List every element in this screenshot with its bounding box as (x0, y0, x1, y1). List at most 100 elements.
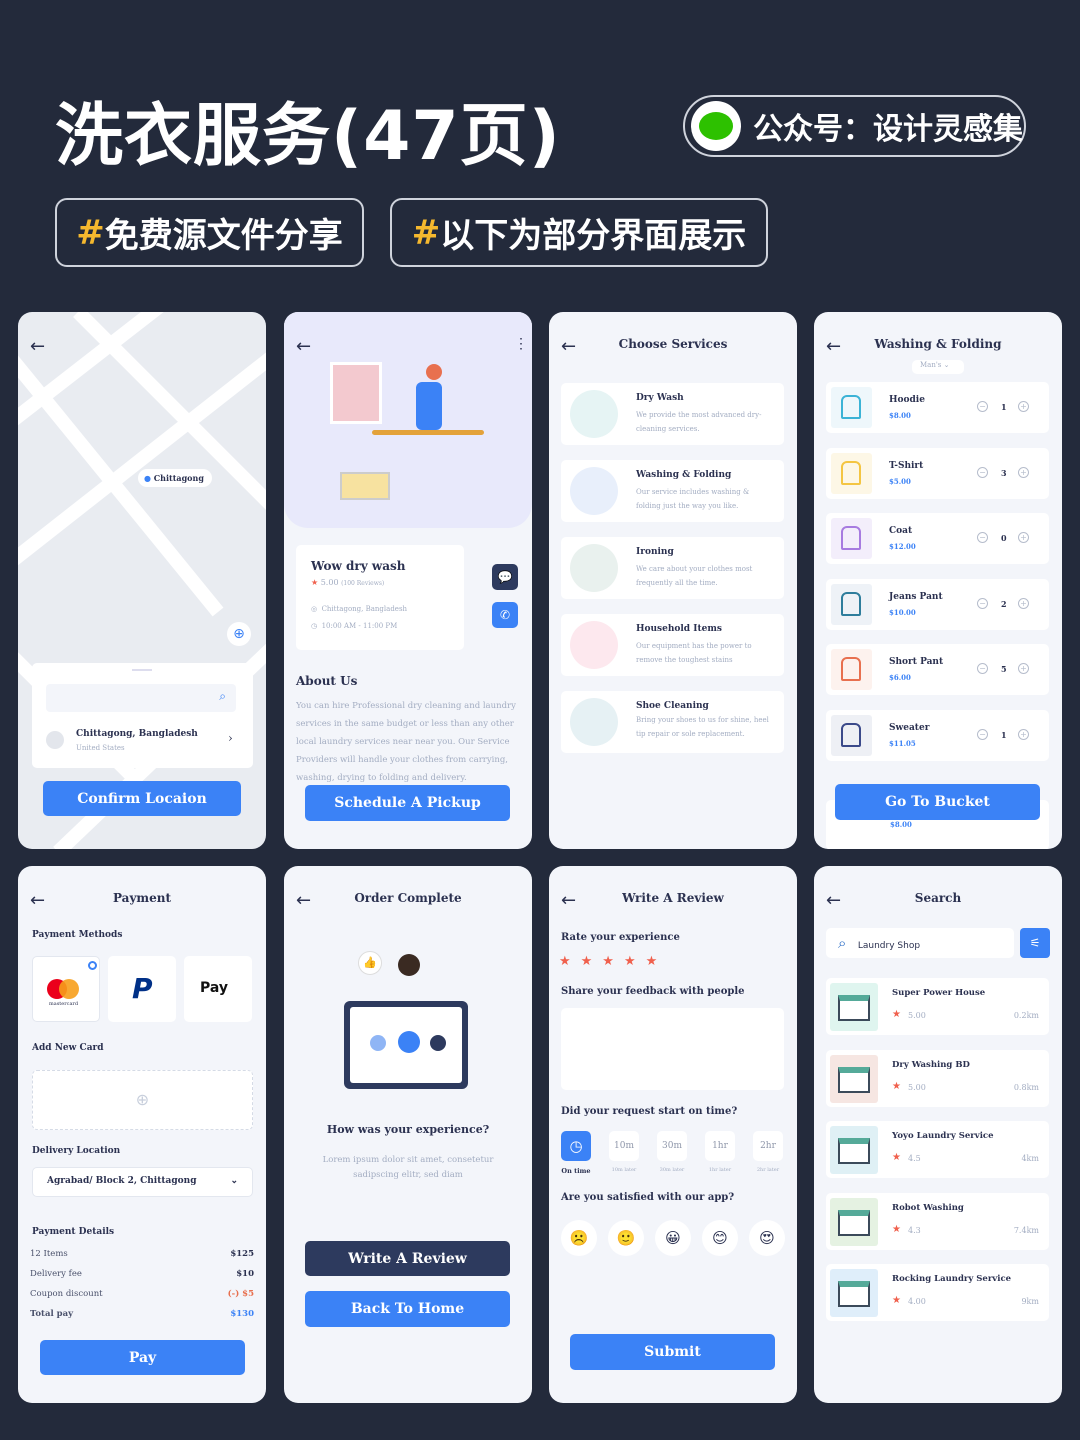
chevron-down-icon: ⌄ (230, 1176, 238, 1186)
chat-button[interactable]: 💬 (492, 564, 518, 590)
decrease-button[interactable]: − (977, 466, 988, 478)
chevron-right-icon[interactable]: › (228, 731, 233, 745)
coat-icon (831, 518, 872, 559)
tag-text: 以下为部分界面展示 (440, 216, 747, 256)
increase-button[interactable]: + (1018, 466, 1029, 478)
screen-title: Search (914, 891, 962, 905)
back-home-button[interactable]: Back To Home (305, 1291, 510, 1327)
service-card[interactable]: Ironing We care about your clothes most f… (561, 537, 784, 599)
increase-button[interactable]: + (1018, 663, 1029, 674)
decrease-button[interactable]: − (977, 728, 988, 740)
time-option-label: On time (561, 1167, 591, 1175)
add-card-button[interactable]: ⊕ (32, 1070, 253, 1130)
star-icon: ★ (892, 1009, 901, 1020)
pay-button[interactable]: Pay (40, 1340, 245, 1375)
shop-distance: 7.4km (1013, 1225, 1039, 1235)
screen-title: Payment (112, 891, 172, 905)
time-option[interactable]: 1hr (705, 1131, 735, 1161)
search-result[interactable]: Yoyo Laundry Service ★ 4.5 4km (826, 1121, 1049, 1178)
sweater-icon (831, 714, 872, 756)
decrease-button[interactable]: − (977, 597, 988, 609)
icon-shape (841, 722, 861, 747)
back-arrow-icon[interactable]: ← (296, 336, 311, 357)
search-result[interactable]: Rocking Laundry Service ★ 4.00 9km (826, 1264, 1049, 1321)
payment-method-mastercard[interactable]: mastercard (32, 956, 100, 1022)
location-subtitle: United States (76, 744, 125, 752)
drag-handle[interactable] (132, 669, 152, 671)
search-icon: ⌕ (838, 934, 847, 952)
search-result[interactable]: Super Power House ★ 5.00 0.2km (826, 978, 1049, 1035)
service-card[interactable]: Household Items Our equipment has the pow… (561, 614, 784, 676)
write-review-button[interactable]: Write A Review (305, 1241, 510, 1276)
filter-button[interactable]: ⚟ (1020, 928, 1050, 958)
increase-button[interactable]: + (1018, 532, 1029, 543)
time-option[interactable]: 2hr (753, 1131, 783, 1161)
call-button[interactable]: ✆ (492, 602, 518, 628)
icon-shape (841, 460, 861, 485)
payment-row-value: (-) $5 (227, 1289, 254, 1299)
shop-rating: 4.00 (908, 1297, 926, 1306)
emoji-option[interactable]: 😍 (749, 1220, 785, 1256)
payment-method-paypal[interactable]: P (108, 956, 176, 1022)
back-arrow-icon[interactable]: ← (30, 336, 45, 357)
feedback-textarea[interactable] (561, 1008, 784, 1090)
payment-method-applepay[interactable]: Pay (184, 956, 252, 1022)
towels-icon (570, 621, 618, 669)
confirm-location-button[interactable]: Confirm Locaion (43, 781, 241, 816)
shop-front (838, 1281, 870, 1307)
tag-hash: # (76, 212, 105, 253)
go-to-bucket-button[interactable]: Go To Bucket (835, 784, 1040, 820)
method-label: Pay (200, 980, 229, 996)
time-option[interactable]: 30m (657, 1131, 687, 1161)
search-input[interactable]: ⌕ (46, 684, 236, 712)
time-option-label: 1hr later (708, 1167, 732, 1173)
emoji-option[interactable]: ☹️ (561, 1220, 597, 1256)
washing-machine-icon (570, 467, 618, 515)
shop-rating: 5.00 (908, 1082, 926, 1092)
emoji-option[interactable]: 😀 (655, 1220, 691, 1256)
shop-name: Dry Washing BD (892, 1059, 970, 1070)
time-label: Did your request start on time? (561, 1106, 738, 1117)
delivery-location-select[interactable]: Agrabad/ Block 2, Chittagong ⌄ (32, 1167, 253, 1197)
list-item: T-Shirt $5.00 − 3 + (826, 447, 1049, 499)
increase-button[interactable]: + (1018, 728, 1029, 740)
shop-icon (830, 1126, 878, 1174)
star-rating[interactable]: ★★★★★ (559, 954, 667, 969)
ironing-board-illustration (372, 430, 484, 435)
review-count[interactable]: (100 Reviews) (341, 580, 384, 587)
more-menu-icon[interactable]: ⋮ (514, 336, 528, 352)
decrease-button[interactable]: − (977, 532, 988, 543)
time-option[interactable]: 10m (609, 1131, 639, 1161)
map[interactable] (18, 312, 266, 849)
service-card[interactable]: Dry Wash We provide the most advanced dry… (561, 383, 784, 445)
search-result[interactable]: Dry Washing BD ★ 5.00 0.8km (826, 1049, 1049, 1107)
category-dropdown[interactable]: Man's ⌄ (912, 360, 964, 374)
time-option[interactable]: ◷ (561, 1131, 591, 1161)
schedule-pickup-button[interactable]: Schedule A Pickup (305, 785, 510, 821)
service-card[interactable]: Shoe Cleaning Bring your shoes to us for … (561, 691, 784, 753)
increase-button[interactable]: + (1018, 401, 1029, 412)
selected-radio[interactable] (88, 961, 97, 970)
search-result[interactable]: Robot Washing ★ 4.3 7.4km (826, 1192, 1049, 1250)
emoji-option[interactable]: 🙂 (608, 1220, 644, 1256)
experience-text: Lorem ipsum dolor sit amet, consetetur s… (322, 1155, 494, 1180)
experience-question: How was your experience? (326, 1123, 490, 1136)
hoodie-icon (831, 387, 872, 428)
icon-shape (841, 395, 861, 419)
increase-button[interactable]: + (1018, 597, 1029, 609)
icon-shape (841, 657, 861, 681)
locate-me-icon[interactable]: ⊕ (227, 622, 251, 646)
shop-icon (830, 1054, 878, 1103)
star-icon: ★ (892, 1223, 901, 1235)
screen-title: Choose Services (618, 337, 728, 351)
search-input[interactable]: ⌕ Laundry Shop (826, 928, 1014, 958)
service-card[interactable]: Washing & Folding Our service includes wa… (561, 460, 784, 522)
decrease-button[interactable]: − (977, 401, 988, 412)
emoji-option[interactable]: 😊 (702, 1220, 738, 1256)
map-pin[interactable]: ● Chittagong (138, 469, 212, 487)
decrease-button[interactable]: − (977, 663, 988, 674)
list-item: Short Pant $6.00 − 5 + (826, 644, 1049, 695)
payment-row-value: $130 (230, 1309, 254, 1319)
submit-button[interactable]: Submit (570, 1334, 775, 1370)
shop-distance: 4km (1021, 1154, 1039, 1163)
